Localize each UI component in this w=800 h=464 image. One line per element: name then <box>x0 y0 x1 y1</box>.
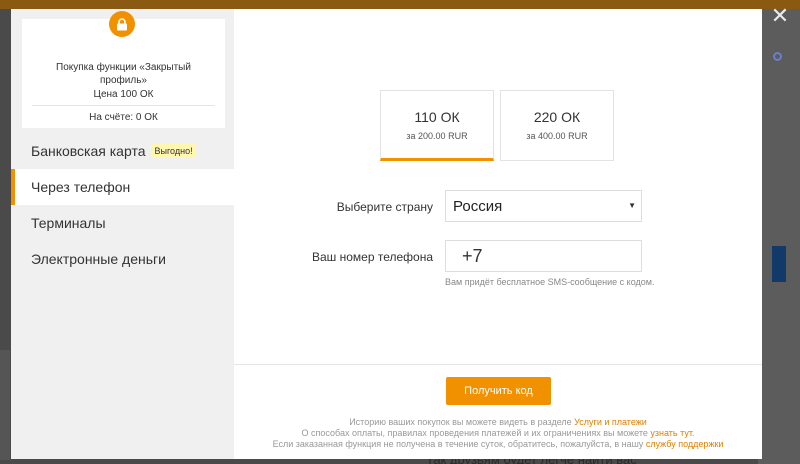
ok-packages: 110 ОК за 200.00 RUR 220 ОК за 400.00 RU… <box>380 90 614 161</box>
note-line: Историю ваших покупок вы можете видеть в… <box>234 417 762 428</box>
footer-notes: Историю ваших покупок вы можете видеть в… <box>234 417 762 450</box>
menu-item-label: Электронные деньги <box>31 251 166 267</box>
promo-badge: Выгодно! <box>151 144 196 158</box>
close-icon[interactable]: ✕ <box>770 5 790 27</box>
learn-here-link[interactable]: узнать тут <box>650 428 692 438</box>
sms-hint: Вам придёт бесплатное SMS-сообщение с ко… <box>445 277 655 287</box>
backdrop-left-column <box>0 350 10 460</box>
backdrop-blue-block <box>772 246 786 282</box>
note-text: О способах оплаты, правилах проведения п… <box>301 428 651 438</box>
note-line: О способах оплаты, правилах проведения п… <box>234 428 762 439</box>
package-option[interactable]: 110 ОК за 200.00 RUR <box>380 90 494 161</box>
menu-item-phone[interactable]: Через телефон <box>11 169 234 205</box>
modal-footer: Получить код Историю ваших покупок вы мо… <box>234 364 762 459</box>
purchase-card: Покупка функции «Закрытый профиль» Цена … <box>22 11 225 128</box>
package-amount: 220 ОК <box>533 109 581 125</box>
payment-sidebar: Покупка функции «Закрытый профиль» Цена … <box>11 9 234 459</box>
menu-item-label: Банковская карта <box>31 143 146 159</box>
note-line: Если заказанная функция не получена в те… <box>234 439 762 450</box>
lock-icon <box>109 11 135 37</box>
divider <box>32 105 215 106</box>
note-text: Историю ваших покупок вы можете видеть в… <box>349 417 575 427</box>
note-text: . <box>691 428 695 438</box>
backdrop-header <box>0 0 800 9</box>
menu-item-bank-card[interactable]: Банковская карта Выгодно! <box>11 133 234 169</box>
menu-item-label: Терминалы <box>31 215 106 231</box>
phone-input[interactable]: +7 <box>445 240 642 272</box>
dropdown-arrow-icon: ▼ <box>628 201 636 210</box>
services-link[interactable]: Услуги и платежи <box>574 417 647 427</box>
menu-item-terminals[interactable]: Терминалы <box>11 205 234 241</box>
backdrop-right-column <box>758 9 800 464</box>
get-code-button[interactable]: Получить код <box>446 377 551 405</box>
purchase-title: Покупка функции «Закрытый профиль» <box>56 62 191 86</box>
package-price: за 400.00 RUR <box>526 131 588 141</box>
country-value: Россия <box>453 198 503 215</box>
account-balance: На счёте: 0 ОК <box>89 112 158 123</box>
payment-main: 110 ОК за 200.00 RUR 220 ОК за 400.00 RU… <box>234 9 762 459</box>
country-label: Выберите страну <box>336 200 433 214</box>
package-price: за 200.00 RUR <box>406 131 468 141</box>
payment-modal: Покупка функции «Закрытый профиль» Цена … <box>11 9 762 459</box>
note-text: Если заказанная функция не получена в те… <box>272 439 646 449</box>
menu-item-e-money[interactable]: Электронные деньги <box>11 241 234 277</box>
payment-methods-menu: Банковская карта Выгодно! Через телефон … <box>11 133 234 277</box>
backdrop-circle-icon <box>773 52 782 61</box>
purchase-price: Цена 100 ОК <box>93 89 154 100</box>
phone-label: Ваш номер телефона <box>311 250 433 264</box>
package-amount: 110 ОК <box>414 109 460 125</box>
menu-item-label: Через телефон <box>31 179 131 195</box>
package-option[interactable]: 220 ОК за 400.00 RUR <box>500 90 614 161</box>
country-select[interactable]: Россия ▼ <box>445 190 642 222</box>
support-link[interactable]: службу поддержки <box>646 439 724 449</box>
